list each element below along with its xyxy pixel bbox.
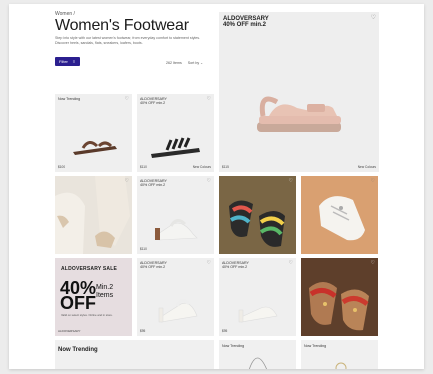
sandal-image bbox=[151, 137, 200, 158]
lifestyle-image bbox=[55, 176, 132, 254]
bag-image bbox=[248, 357, 267, 369]
product-price: $100 bbox=[58, 165, 66, 169]
promo-minimum: Min.2 Items bbox=[96, 284, 114, 299]
product-tag: ALDOVERSARY 40% OFF min.2 bbox=[223, 16, 269, 28]
product-tag: ALDOVERSARY 40% OFF min.2 bbox=[140, 261, 167, 269]
heel-image bbox=[158, 299, 198, 323]
results-count: 262 Items bbox=[166, 61, 182, 65]
product-tile[interactable]: Now Trending bbox=[301, 340, 378, 369]
promo-tag: ALDOVERSARY bbox=[58, 329, 81, 333]
filter-label: Filter bbox=[59, 59, 68, 64]
jewelry-image bbox=[335, 362, 347, 369]
promo-tile[interactable]: ALDOVERSARY SALE 40% OFF Min.2 Items Val… bbox=[55, 258, 132, 336]
heart-icon[interactable]: ♡ bbox=[207, 178, 211, 184]
trending-label: Now Trending bbox=[58, 347, 98, 353]
product-tile[interactable]: ALDOVERSARY 40% OFF min.2 ♡ $95 bbox=[137, 258, 214, 336]
page-description: Step into style with our latest women's … bbox=[55, 36, 201, 45]
product-tile[interactable]: Now Trending ♡ $100 bbox=[55, 94, 132, 172]
sneaker-image bbox=[301, 176, 378, 254]
heart-icon[interactable]: ♡ bbox=[207, 96, 211, 102]
heart-icon[interactable]: ♡ bbox=[125, 178, 129, 184]
product-price: $95 bbox=[140, 329, 146, 333]
filter-button[interactable]: Filter ≡ bbox=[55, 57, 80, 66]
filter-icon: ≡ bbox=[72, 59, 76, 64]
promo-details: Valid on select styles. Online and in st… bbox=[61, 313, 113, 317]
product-tag: ALDOVERSARY 40% OFF min.2 bbox=[140, 97, 167, 105]
page-title: Women's Footwear bbox=[55, 17, 189, 34]
product-price: $110 bbox=[140, 165, 147, 169]
trending-banner[interactable]: Now Trending bbox=[55, 340, 214, 369]
heel-image bbox=[238, 306, 278, 323]
heel-image bbox=[154, 219, 198, 241]
product-grid: Now Trending ♡ $100 ALDOVERSARY 40% OFF … bbox=[55, 94, 378, 336]
product-tile[interactable]: ♡ bbox=[301, 176, 378, 254]
product-price: $110 bbox=[140, 247, 147, 251]
sandal-image bbox=[73, 141, 117, 155]
heart-icon[interactable]: ♡ bbox=[371, 14, 376, 21]
heart-icon[interactable]: ♡ bbox=[289, 260, 293, 266]
red-sandals-image bbox=[301, 258, 378, 336]
heart-icon[interactable]: ♡ bbox=[207, 260, 211, 266]
heart-icon[interactable]: ♡ bbox=[371, 260, 375, 266]
promo-discount: 40% OFF bbox=[60, 278, 97, 313]
product-tile[interactable]: Now Trending bbox=[219, 340, 296, 369]
promo-title: ALDOVERSARY SALE bbox=[61, 266, 117, 272]
product-row-partial: Now Trending Now Trending Now Trending bbox=[55, 340, 378, 369]
product-tag: ALDOVERSARY 40% OFF min.2 bbox=[222, 261, 249, 269]
product-tile[interactable]: ALDOVERSARY 40% OFF min.2 ♡ $110 bbox=[137, 176, 214, 254]
product-tag: Now Trending bbox=[58, 97, 81, 101]
sort-dropdown[interactable]: Sort by ⌄ bbox=[188, 61, 203, 65]
product-tag: ALDOVERSARY 40% OFF min.2 bbox=[140, 179, 167, 187]
page-frame: Women / Women's Footwear Step into style… bbox=[9, 4, 424, 369]
product-tile[interactable]: ♡ bbox=[301, 258, 378, 336]
heart-icon[interactable]: ♡ bbox=[371, 178, 375, 184]
heart-icon[interactable]: ♡ bbox=[289, 178, 293, 184]
product-tile[interactable]: ♡ bbox=[55, 176, 132, 254]
colorful-sandals-image bbox=[219, 176, 296, 254]
product-price: $95 bbox=[222, 329, 228, 333]
product-meta: New Colours bbox=[192, 165, 211, 169]
product-tile[interactable]: ♡ bbox=[219, 176, 296, 254]
chevron-down-icon: ⌄ bbox=[200, 61, 204, 65]
heart-icon[interactable]: ♡ bbox=[125, 96, 129, 102]
product-tile[interactable]: ALDOVERSARY 40% OFF min.2 ♡ $110 New Col… bbox=[137, 94, 214, 172]
results-controls: 262 Items Sort by ⌄ bbox=[166, 61, 203, 65]
product-tile[interactable]: ALDOVERSARY 40% OFF min.2 ♡ $95 bbox=[219, 258, 296, 336]
sort-label: Sort by bbox=[187, 61, 200, 65]
